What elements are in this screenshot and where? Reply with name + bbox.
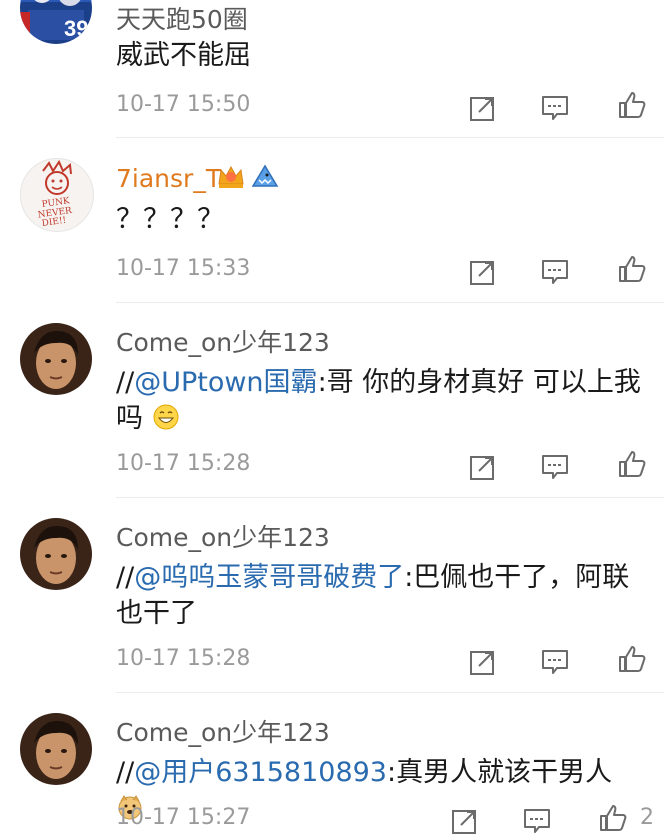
username[interactable]: Come_on少年123	[116, 323, 330, 359]
comment-text: //@呜呜玉蒙哥哥破费了:巴佩也干了，阿联也干了	[116, 560, 646, 632]
avatar-image	[20, 323, 92, 395]
comment-4: Come_on少年123 //@呜呜玉蒙哥哥破费了:巴佩也干了，阿联也干了 10…	[0, 498, 664, 693]
comment-icon[interactable]	[540, 93, 570, 123]
username[interactable]: 7iansr_T	[116, 164, 221, 193]
comment-icon[interactable]	[540, 647, 570, 677]
comment-3: Come_on少年123 //@UPtown国霸:哥 你的身材真好 可以上我吗 …	[0, 303, 664, 498]
forward-icon[interactable]	[450, 806, 480, 836]
comment-5: Come_on少年123 //@用户6315810893:真男人就该干男人 10…	[0, 693, 664, 834]
avatar[interactable]	[20, 518, 92, 590]
avatar[interactable]: PUNK NEVER DIE!!	[20, 158, 94, 232]
avatar-image	[20, 713, 92, 785]
comment-body: :真男人就该干男人	[387, 757, 613, 788]
like-icon[interactable]	[617, 644, 647, 674]
avatar-image: 39	[20, 0, 92, 44]
timestamp: 10-17 15:27	[116, 805, 251, 830]
like-icon[interactable]	[617, 90, 647, 120]
avatar[interactable]: 39	[20, 0, 92, 44]
like-icon[interactable]	[598, 803, 628, 833]
avatar[interactable]	[20, 323, 92, 395]
shark-badge-icon	[251, 164, 279, 187]
reply-prefix: //	[116, 757, 135, 788]
avatar[interactable]	[20, 713, 92, 785]
username[interactable]: Come_on少年123	[116, 518, 330, 554]
comment-2: PUNK NEVER DIE!! 7iansr_T ？？？？ 10-17 15:…	[0, 138, 664, 303]
forward-icon[interactable]	[468, 93, 498, 123]
avatar-image	[20, 518, 92, 590]
username[interactable]: 天天跑50圈	[116, 0, 248, 36]
timestamp: 10-17 15:28	[116, 451, 251, 476]
comment-icon[interactable]	[522, 806, 552, 836]
svg-text:DIE!!: DIE!!	[41, 216, 67, 229]
forward-icon[interactable]	[468, 647, 498, 677]
comment-icon[interactable]	[540, 452, 570, 482]
like-icon[interactable]	[617, 449, 647, 479]
grin-emoji-icon	[153, 404, 179, 430]
like-count: 2	[640, 805, 654, 830]
punk-avatar-image: PUNK NEVER DIE!!	[37, 159, 73, 229]
comment-icon[interactable]	[540, 257, 570, 287]
comment-1: 39 天天跑50圈 威武不能屈 10-17 15:50	[0, 0, 664, 138]
reply-prefix: //	[116, 367, 135, 398]
crown-badge-icon	[218, 165, 244, 188]
mention-link[interactable]: @呜呜玉蒙哥哥破费了	[134, 562, 404, 593]
comment-text: //@UPtown国霸:哥 你的身材真好 可以上我吗	[116, 365, 646, 437]
timestamp: 10-17 15:33	[116, 256, 251, 281]
svg-text:39: 39	[64, 16, 88, 41]
comment-text: ？？？？	[116, 204, 224, 235]
reply-prefix: //	[116, 562, 135, 593]
mention-link[interactable]: @用户6315810893	[134, 757, 387, 788]
mention-link[interactable]: @UPtown国霸	[134, 367, 317, 398]
forward-icon[interactable]	[468, 257, 498, 287]
forward-icon[interactable]	[468, 452, 498, 482]
comment-text: 威武不能屈	[116, 40, 251, 71]
like-icon[interactable]	[617, 254, 647, 284]
timestamp: 10-17 15:50	[116, 92, 251, 117]
username[interactable]: Come_on少年123	[116, 713, 330, 749]
timestamp: 10-17 15:28	[116, 646, 251, 671]
